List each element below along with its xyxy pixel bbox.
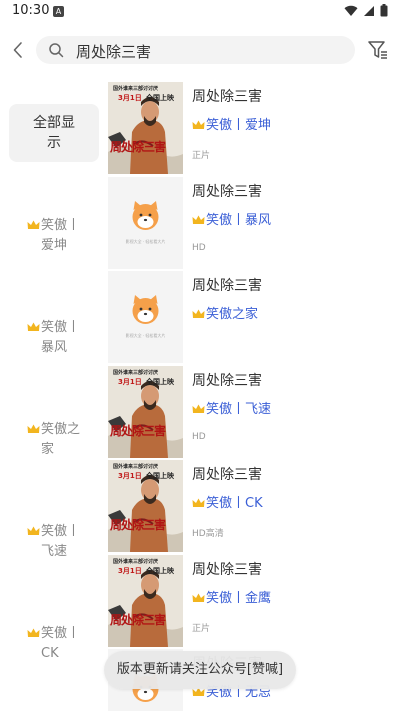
category-item[interactable]: 笑傲之家	[9, 420, 99, 460]
category-label: 笑傲丨飞速	[41, 524, 81, 559]
filter-icon	[368, 41, 387, 59]
result-item[interactable]: 影视大全 · 轻松看大片 周处除三害笑傲之家	[108, 271, 400, 365]
result-title: 周处除三害	[192, 278, 262, 294]
poster-date: 3月1日	[118, 472, 142, 480]
movie-poster: 国外谁来三部讨讨厌 3月1日 全国上映周处除三害	[108, 82, 183, 174]
crown-icon	[192, 118, 206, 133]
result-quality: HD	[192, 431, 206, 442]
system-icons	[344, 4, 388, 17]
poster-calligraphy: 周处除三害	[110, 140, 166, 154]
poster-date: 3月1日	[118, 94, 142, 102]
poster-release-line: 国外谁来三部讨讨厌	[113, 558, 159, 565]
result-source[interactable]: 笑傲之家	[192, 303, 258, 322]
poster-release-line: 国外谁来三部讨讨厌	[113, 369, 159, 376]
poster-tagline: 全国上映	[146, 566, 174, 575]
movie-poster: 国外谁来三部讨讨厌 3月1日 全国上映周处除三害	[108, 460, 183, 552]
movie-poster: 国外谁来三部讨讨厌 3月1日 全国上映周处除三害	[108, 554, 183, 647]
crown-icon	[192, 213, 206, 228]
result-source[interactable]: 笑傲丨飞速	[192, 398, 271, 417]
search-input[interactable]: 周处除三害	[36, 36, 355, 64]
category-item[interactable]: 笑傲丨暴风	[9, 318, 99, 358]
battery-icon	[380, 4, 388, 17]
result-item[interactable]: 影视大全 · 轻松看大片 周处除三害笑傲丨暴风 HD	[108, 176, 400, 271]
result-source-label: 笑傲丨CK	[206, 496, 263, 511]
crown-icon	[192, 591, 206, 606]
category-label: 笑傲之家	[41, 422, 81, 457]
result-quality: 正片	[192, 151, 211, 161]
placeholder-caption: 影视大全 · 轻松看大片	[125, 238, 166, 244]
category-label: 笑傲丨CK	[41, 626, 81, 661]
result-title: 周处除三害	[192, 183, 262, 200]
notification-icon: A	[53, 6, 64, 17]
result-quality: 正片	[192, 623, 211, 634]
result-source-label: 笑傲丨金鹰	[206, 590, 272, 606]
search-header: 周处除三害	[0, 28, 400, 72]
result-item[interactable]: 国外谁来三部讨讨厌 3月1日 全国上映 周处除三害 周处除三害 笑傲丨爱坤 正片	[108, 82, 400, 176]
poster-tagline: 全国上映	[146, 94, 174, 102]
crown-icon	[27, 626, 41, 641]
poster-release-line: 国外谁来三部讨讨厌	[113, 86, 159, 92]
category-item[interactable]: 笑傲丨CK	[9, 624, 99, 664]
category-item[interactable]: 笑傲丨爱坤	[9, 216, 99, 256]
result-title: 周处除三害	[192, 467, 262, 483]
result-source[interactable]: 笑傲丨CK	[192, 492, 263, 511]
result-item[interactable]: 国外谁来三部讨讨厌 3月1日 全国上映 周处除三害 周处除三害 笑傲丨飞速 HD	[108, 365, 400, 460]
result-item[interactable]: 国外谁来三部讨讨厌 3月1日 全国上映 周处除三害 周处除三害 笑傲丨金鹰 正片	[108, 554, 400, 649]
crown-icon	[192, 402, 206, 417]
result-quality: HD	[192, 242, 206, 253]
result-source-label: 笑傲丨暴风	[206, 212, 272, 228]
result-title: 周处除三害	[192, 561, 262, 578]
category-label: 笑傲丨爱坤	[41, 218, 81, 253]
placeholder-poster: 影视大全 · 轻松看大片	[108, 176, 183, 269]
poster-release-line: 国外谁来三部讨讨厌	[113, 464, 159, 470]
result-source[interactable]: 笑傲丨爱坤	[192, 114, 271, 133]
crown-icon	[27, 218, 41, 233]
crown-icon	[192, 307, 206, 322]
result-source-label: 笑傲之家	[206, 307, 259, 322]
shiba-logo-icon	[132, 295, 159, 324]
shiba-logo-icon	[132, 200, 159, 230]
result-item[interactable]: 国外谁来三部讨讨厌 3月1日 全国上映 周处除三害 周处除三害 笑傲丨CK HD高清	[108, 460, 400, 554]
crown-icon	[192, 496, 206, 511]
signal-icon	[364, 5, 374, 16]
result-source-label: 笑傲丨飞速	[206, 401, 272, 417]
poster-date: 3月1日	[118, 377, 142, 386]
status-time: 10:30	[12, 3, 50, 18]
search-query: 周处除三害	[76, 43, 152, 61]
result-quality: HD高清	[192, 529, 224, 539]
category-label: 笑傲丨暴风	[41, 320, 81, 355]
result-source[interactable]: 笑傲丨暴风	[192, 209, 271, 228]
crown-icon	[27, 524, 41, 539]
poster-tagline: 全国上映	[146, 377, 174, 386]
category-all[interactable]: 全部显示	[9, 104, 99, 162]
category-item[interactable]: 笑傲丨飞速	[9, 522, 99, 562]
crown-icon	[27, 320, 41, 335]
result-title: 周处除三害	[192, 372, 262, 389]
result-source-label: 笑傲丨爱坤	[206, 118, 272, 133]
poster-date: 3月1日	[118, 566, 142, 575]
category-list: 全部显示 笑傲丨爱坤 笑傲丨暴风 笑傲之家 笑傲丨飞速 笑傲丨CK	[0, 82, 104, 711]
result-title: 周处除三害	[192, 89, 262, 105]
movie-poster: 国外谁来三部讨讨厌 3月1日 全国上映周处除三害	[108, 365, 183, 458]
placeholder-poster: 影视大全 · 轻松看大片	[108, 271, 183, 363]
crown-icon	[27, 422, 41, 437]
poster-tagline: 全国上映	[146, 472, 174, 480]
poster-calligraphy: 周处除三害	[110, 423, 166, 438]
category-label: 全部显示	[33, 115, 75, 151]
wifi-icon	[344, 5, 358, 16]
poster-calligraphy: 周处除三害	[110, 518, 166, 532]
poster-calligraphy: 周处除三害	[110, 612, 166, 627]
search-icon	[49, 43, 64, 58]
back-button[interactable]	[6, 36, 30, 64]
result-source[interactable]: 笑傲丨金鹰	[192, 587, 271, 606]
chevron-left-icon	[13, 42, 22, 58]
status-bar: 10:30 A	[0, 0, 400, 24]
placeholder-caption: 影视大全 · 轻松看大片	[125, 333, 166, 338]
filter-button[interactable]	[366, 38, 390, 62]
toast-message: 版本更新请关注公众号[赞喊]	[104, 651, 296, 689]
